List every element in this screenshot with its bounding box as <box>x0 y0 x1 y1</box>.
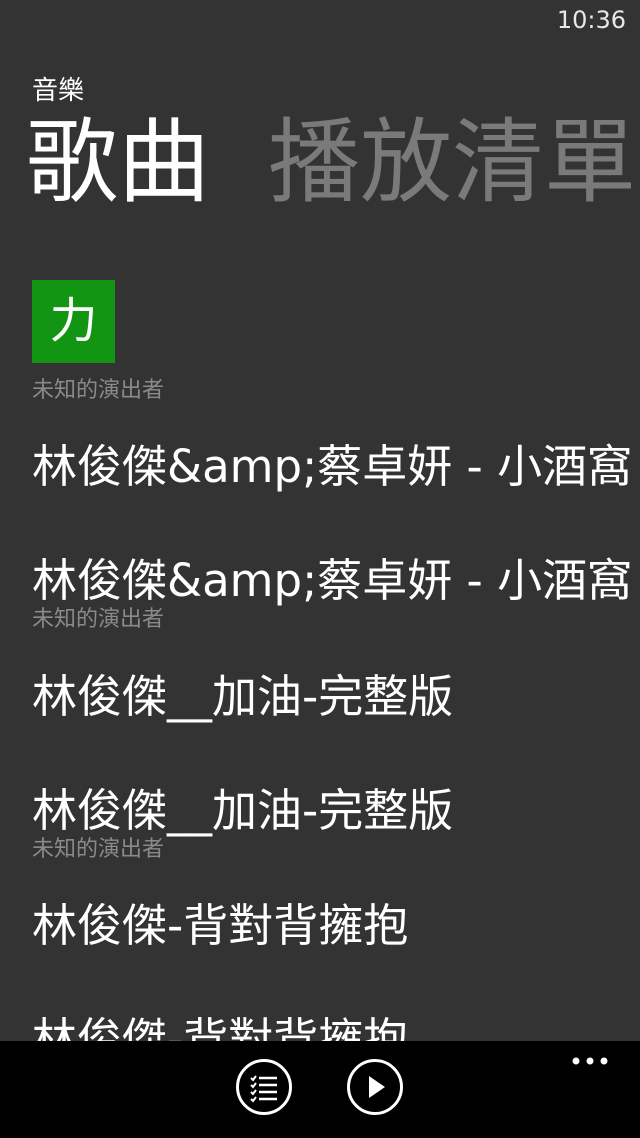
list-icon <box>250 1075 277 1103</box>
music-app-screen: 10:36 音樂 歌曲 播放清單 力 未知的演出者 林俊傑&amp;蔡卓妍 - 小… <box>0 0 640 1138</box>
song-artist: 未知的演出者 <box>32 607 165 632</box>
queue-button[interactable] <box>236 1059 292 1115</box>
app-title: 音樂 <box>32 76 85 106</box>
song-title[interactable]: 林俊傑&amp;蔡卓妍 - 小酒窩 <box>32 430 632 495</box>
song-title[interactable]: 林俊傑__加油-完整版 <box>32 774 453 839</box>
song-title[interactable]: 林俊傑-背對背擁抱 <box>32 889 408 954</box>
status-time: 10:36 <box>556 6 626 34</box>
play-icon <box>369 1076 385 1098</box>
song-title[interactable]: 林俊傑&amp;蔡卓妍 - 小酒窩 <box>32 544 632 609</box>
jump-list-tile[interactable]: 力 <box>32 280 115 363</box>
song-title[interactable]: 林俊傑__加油-完整版 <box>32 660 453 725</box>
pivot-header: 歌曲 播放清單 <box>26 108 640 218</box>
app-bar <box>0 1041 640 1138</box>
song-artist: 未知的演出者 <box>32 837 165 862</box>
play-button[interactable] <box>347 1059 403 1115</box>
pivot-item-songs[interactable]: 歌曲 <box>26 108 210 218</box>
song-artist: 未知的演出者 <box>32 378 165 403</box>
pivot-item-playlists[interactable]: 播放清單 <box>268 108 636 218</box>
more-icon[interactable] <box>570 1051 610 1071</box>
